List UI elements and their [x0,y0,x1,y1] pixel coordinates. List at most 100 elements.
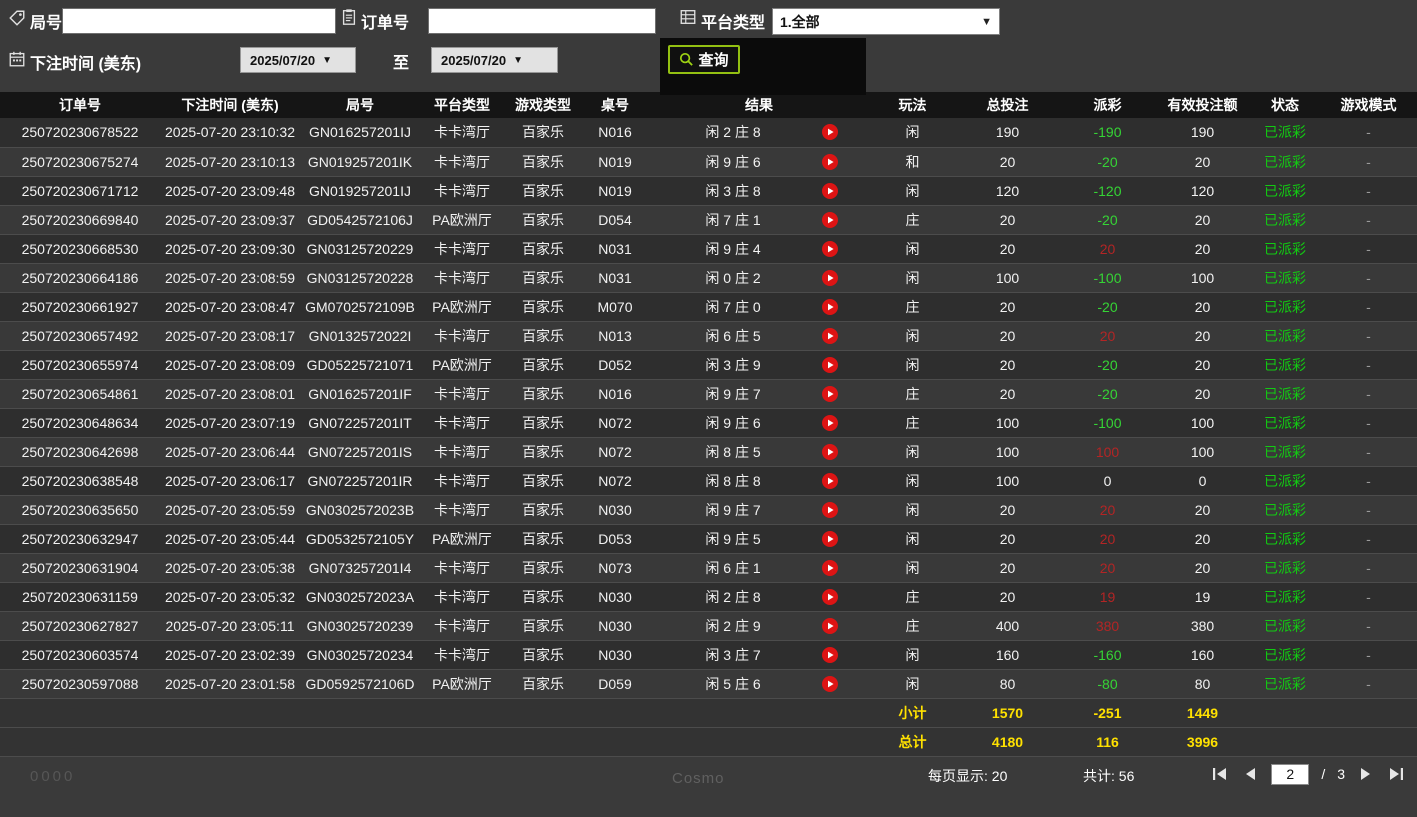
result-text: 闲 2 庄 8 [705,588,761,605]
total-bet-cell: 20 [955,321,1060,351]
result-cell: 闲 9 庄 6 [648,408,870,438]
table-row: 250720230675274 2025-07-20 23:10:13 GN01… [0,147,1417,177]
payout-cell: -100 [1060,263,1155,293]
game-mode-cell: - [1320,611,1417,641]
total-count-label: 共计: [1083,767,1115,784]
table-no-cell: N030 [582,582,648,612]
video-play-icon[interactable] [822,182,838,199]
subtotal-spacer [0,698,870,728]
total-bet-cell: 400 [955,611,1060,641]
valid-bet-cell: 100 [1155,408,1250,438]
order-cell: 250720230631904 [0,553,160,583]
video-play-icon[interactable] [822,298,838,315]
result-cell: 闲 8 庄 8 [648,466,870,496]
last-page-icon[interactable] [1387,766,1405,782]
status-cell: 已派彩 [1250,118,1320,148]
play-type-cell: 庄 [870,582,955,612]
game-type-cell: 百家乐 [504,118,582,148]
column-header: 有效投注额 [1155,92,1250,118]
bet-time-cell: 2025-07-20 23:05:44 [160,524,300,554]
video-play-icon[interactable] [822,414,838,431]
game-mode-cell: - [1320,582,1417,612]
game-mode-cell: - [1320,379,1417,409]
game-mode-cell: - [1320,669,1417,699]
query-button[interactable]: 查询 [668,45,740,74]
video-play-icon[interactable] [822,559,838,576]
prev-page-icon[interactable] [1241,766,1259,782]
round-no-input[interactable] [62,8,336,34]
round-no-label: 局号 [30,15,63,32]
round-cell: GN072257201IR [300,466,420,496]
result-cell: 闲 6 庄 1 [648,553,870,583]
date-from-picker[interactable]: 2025/07/20 ▼ [240,47,356,73]
video-play-icon[interactable] [822,356,838,373]
payout-cell: 20 [1060,524,1155,554]
video-play-icon[interactable] [822,588,838,605]
video-play-icon[interactable] [822,675,838,692]
video-play-icon[interactable] [822,530,838,547]
status-cell: 已派彩 [1250,669,1320,699]
platform-cell: 卡卡湾厅 [420,263,504,293]
next-page-icon[interactable] [1357,766,1375,782]
video-play-icon[interactable] [822,501,838,518]
valid-bet-cell: 0 [1155,466,1250,496]
table-no-cell: N031 [582,234,648,264]
play-type-cell: 闲 [870,118,955,148]
platform-cell: 卡卡湾厅 [420,437,504,467]
search-icon [680,52,694,66]
video-play-icon[interactable] [822,472,838,489]
round-cell: GN072257201IS [300,437,420,467]
video-play-icon[interactable] [822,617,838,634]
game-type-cell: 百家乐 [504,611,582,641]
status-cell: 已派彩 [1250,408,1320,438]
result-text: 闲 6 庄 5 [705,327,761,344]
summary-body: 小计 1570 -251 1449 总计 4180 116 3996 [0,698,1417,757]
chevron-down-icon: ▼ [513,54,523,66]
date-to-picker[interactable]: 2025/07/20 ▼ [431,47,558,73]
bet-time-cell: 2025-07-20 23:10:13 [160,147,300,177]
bet-records-table: 订单号 下注时间 (美东) 局号 平台类型 游戏类型 桌号 结果 玩法 总投注 派彩 有效投注额 状态… [0,92,1417,757]
status-cell: 已派彩 [1250,379,1320,409]
game-mode-cell: - [1320,495,1417,525]
result-cell: 闲 9 庄 7 [648,495,870,525]
video-play-icon[interactable] [822,443,838,460]
valid-bet-cell: 100 [1155,437,1250,467]
status-cell: 已派彩 [1250,205,1320,235]
valid-bet-cell: 20 [1155,350,1250,380]
status-cell: 已派彩 [1250,553,1320,583]
order-no-input[interactable] [428,8,656,34]
game-type-cell: 百家乐 [504,321,582,351]
background-artifact-digits: 0000 [30,767,76,785]
valid-bet-cell: 20 [1155,524,1250,554]
bet-time-label: 下注时间 (美东) [30,56,142,73]
video-play-icon[interactable] [822,385,838,402]
play-type-cell: 闲 [870,640,955,670]
video-play-icon[interactable] [822,646,838,663]
grand-total-label: 总计 [870,727,955,757]
result-text: 闲 9 庄 7 [705,385,761,402]
round-cell: GN019257201IK [300,147,420,177]
platform-type-select[interactable]: 1.全部 ▼ [772,8,1000,35]
bet-time-cell: 2025-07-20 23:08:09 [160,350,300,380]
chevron-down-icon: ▼ [981,15,992,28]
order-cell: 250720230654861 [0,379,160,409]
status-cell: 已派彩 [1250,176,1320,206]
pager: / 3 [1211,763,1405,785]
video-play-icon[interactable] [822,240,838,257]
order-cell: 250720230671712 [0,176,160,206]
play-type-cell: 闲 [870,466,955,496]
video-play-icon[interactable] [822,269,838,286]
video-play-icon[interactable] [822,327,838,344]
current-page-input[interactable] [1271,763,1310,785]
table-body: 250720230678522 2025-07-20 23:10:32 GN01… [0,118,1417,699]
game-type-cell: 百家乐 [504,292,582,322]
table-row: 250720230597088 2025-07-20 23:01:58 GD05… [0,669,1417,699]
video-play-icon[interactable] [822,211,838,228]
first-page-icon[interactable] [1211,766,1229,782]
table-no-cell: N030 [582,495,648,525]
video-play-icon[interactable] [822,153,838,170]
platform-cell: 卡卡湾厅 [420,640,504,670]
video-play-icon[interactable] [822,124,838,140]
table-no-cell: N073 [582,553,648,583]
payout-cell: 0 [1060,466,1155,496]
